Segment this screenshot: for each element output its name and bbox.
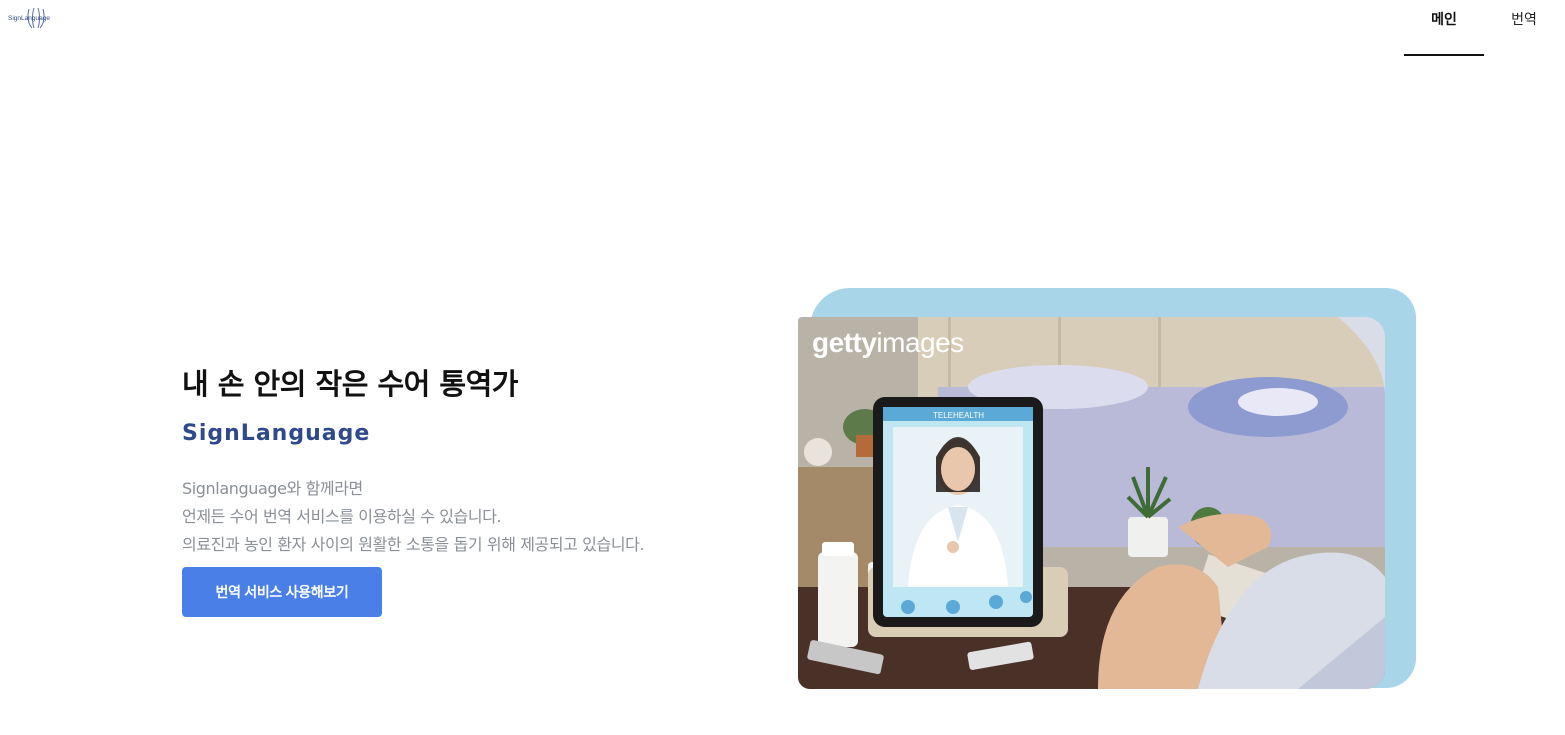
- logo-text: SignLanguage: [8, 15, 50, 22]
- tablet-header: TELEHEALTH: [933, 411, 984, 420]
- description-line-3: 의료진과 농인 환자 사이의 원활한 소통을 돕기 위해 제공되고 있습니다.: [182, 535, 645, 554]
- hero-title: 내 손 안의 작은 수어 통역가: [182, 367, 518, 401]
- getty-watermark: gettyimages: [812, 327, 964, 359]
- nav-translate[interactable]: 번역: [1510, 0, 1538, 56]
- telehealth-photo: TELEHEALTH: [798, 317, 1385, 689]
- hero-description: Signlanguage와 함께라면 언제든 수어 번역 서비스를 이용하실 수…: [182, 475, 645, 559]
- try-translation-button[interactable]: 번역 서비스 사용해보기: [182, 567, 382, 617]
- top-nav: 메인 번역: [1404, 0, 1565, 56]
- nav-main[interactable]: 메인: [1404, 0, 1484, 56]
- watermark-bold: getty: [812, 327, 877, 358]
- logo-hands-icon: SignLanguage: [8, 7, 50, 29]
- brand-name: SignLanguage: [182, 421, 371, 446]
- logo[interactable]: SignLanguage: [8, 6, 64, 30]
- watermark-light: images: [876, 327, 964, 358]
- description-line-1: Signlanguage와 함께라면: [182, 479, 363, 498]
- description-line-2: 언제든 수어 번역 서비스를 이용하실 수 있습니다.: [182, 507, 502, 526]
- hero-image: TELEHEALTH gettyimages: [798, 317, 1385, 689]
